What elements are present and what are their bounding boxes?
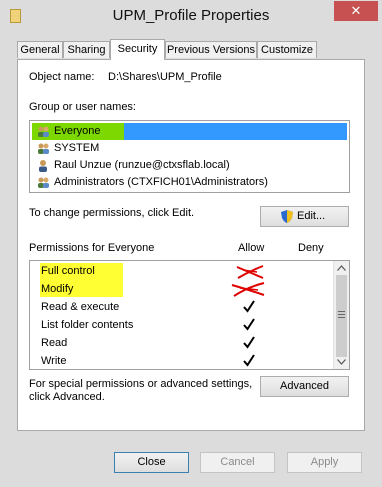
red-cross-mark	[231, 282, 265, 297]
permissions-scrollbar[interactable]	[333, 261, 349, 369]
scrollbar-thumb[interactable]	[336, 275, 347, 357]
uac-shield-icon	[281, 210, 293, 223]
user-name: Everyone	[54, 125, 101, 137]
advanced-button[interactable]: Advanced	[260, 376, 349, 397]
users-group-icon	[38, 177, 49, 188]
advanced-text-line-2: click Advanced.	[29, 391, 105, 403]
permission-name: Modify	[41, 283, 74, 295]
permission-name: Read	[41, 337, 68, 349]
edit-button-label: Edit...	[297, 210, 326, 222]
user-name: Administrators (CTXFICH01\Administrators…	[54, 176, 268, 188]
deny-column-header: Deny	[298, 242, 324, 254]
permission-name: Full control	[41, 265, 95, 277]
user-icon	[39, 160, 47, 172]
users-group-icon	[38, 143, 49, 154]
tab-previous-versions[interactable]: Previous Versions	[165, 41, 257, 58]
checkmark-icon	[243, 300, 255, 313]
apply-button[interactable]: Apply	[287, 452, 362, 473]
security-panel: Object name: D:\Shares\UPM_Profile Group…	[17, 59, 365, 431]
permission-name: Write	[41, 355, 67, 367]
grip-icon	[338, 311, 345, 318]
permissions-list: Full control Modify Read & execute List …	[29, 260, 350, 370]
permission-row-list-folder-contents: List folder contents	[30, 316, 335, 334]
list-item-administrators[interactable]: Administrators (CTXFICH01\Administrators…	[32, 174, 347, 191]
dialog-button-bar: Close Cancel Apply	[0, 440, 382, 487]
permission-row-read: Read	[30, 334, 335, 352]
scroll-down-arrow-icon[interactable]	[337, 359, 346, 365]
permission-row-modify: Modify	[30, 280, 335, 298]
checkmark-icon	[243, 336, 255, 349]
tab-security[interactable]: Security	[110, 39, 165, 60]
permission-row-write: Write	[30, 352, 335, 369]
edit-button[interactable]: Edit...	[260, 206, 349, 227]
object-name-label: Object name:	[29, 71, 95, 83]
tab-customize[interactable]: Customize	[257, 41, 317, 58]
title-bar[interactable]: UPM_Profile Properties ✕	[0, 0, 382, 34]
scroll-up-arrow-icon[interactable]	[337, 265, 346, 271]
permission-row-full-control: Full control	[30, 262, 335, 280]
close-button[interactable]: Close	[114, 452, 189, 473]
list-item-system[interactable]: SYSTEM	[32, 140, 347, 157]
user-list[interactable]: Everyone SYSTEM Raul Unzue (runzue@ctxsf…	[29, 120, 350, 193]
object-name-value: D:\Shares\UPM_Profile	[108, 71, 222, 83]
user-name: SYSTEM	[54, 142, 100, 154]
window-title: UPM_Profile Properties	[112, 7, 270, 24]
permissions-label: Permissions for Everyone	[29, 242, 155, 254]
user-name: Raul Unzue (runzue@ctxsflab.local)	[54, 159, 230, 171]
allow-column-header: Allow	[238, 242, 265, 254]
users-group-icon	[38, 126, 49, 137]
list-item-raul-unzue[interactable]: Raul Unzue (runzue@ctxsflab.local)	[32, 157, 347, 174]
permission-name: Read & execute	[41, 301, 120, 313]
checkmark-icon	[243, 354, 255, 367]
advanced-text-line-1: For special permissions or advanced sett…	[29, 378, 253, 390]
red-cross-mark	[236, 265, 264, 279]
checkmark-icon	[243, 318, 255, 331]
change-permissions-text: To change permissions, click Edit.	[29, 207, 195, 219]
tab-general[interactable]: General	[17, 41, 63, 58]
permission-row-read-execute: Read & execute	[30, 298, 335, 316]
list-item-everyone[interactable]: Everyone	[32, 123, 347, 140]
properties-window: UPM_Profile Properties ✕ General Sharing…	[0, 0, 382, 487]
tab-sharing[interactable]: Sharing	[63, 41, 110, 58]
permission-name: List folder contents	[41, 319, 134, 331]
window-close-button[interactable]: ✕	[334, 1, 378, 21]
group-users-label: Group or user names:	[29, 101, 136, 113]
cancel-button[interactable]: Cancel	[200, 452, 275, 473]
